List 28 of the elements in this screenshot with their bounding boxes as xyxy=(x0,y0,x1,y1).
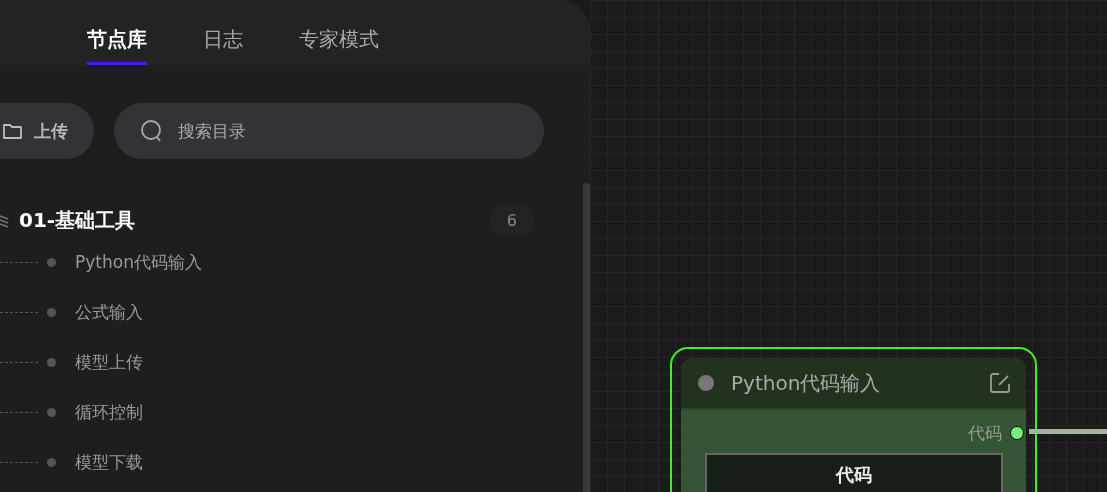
bullet-icon xyxy=(47,257,56,267)
tree-item[interactable]: 公式输入 xyxy=(75,300,143,324)
search-input[interactable]: 搜索目录 xyxy=(176,120,518,142)
search-icon xyxy=(140,119,164,143)
tab[interactable]: 日志 xyxy=(203,0,243,65)
category-title[interactable]: 01-基础工具 xyxy=(19,206,489,234)
code-field[interactable]: 代码 xyxy=(705,453,1003,492)
search-field[interactable]: 搜索目录 xyxy=(114,103,544,159)
output-port[interactable] xyxy=(1010,426,1024,440)
edit-icon[interactable] xyxy=(989,372,1011,394)
status-dot-icon xyxy=(698,375,714,391)
tree-item[interactable]: 模型上传 xyxy=(75,350,143,374)
node-card[interactable]: Python代码输入 代码 代码 xyxy=(681,358,1026,492)
count-badge: 6 xyxy=(488,204,535,236)
output-label: 代码 xyxy=(968,421,1002,445)
bullet-icon xyxy=(47,307,56,317)
tree-item[interactable]: Python代码输入 xyxy=(75,250,202,274)
bullet-icon xyxy=(47,407,56,417)
upload-button[interactable]: 上传 xyxy=(0,103,94,159)
node-title: Python代码输入 xyxy=(731,369,882,397)
bullet-icon xyxy=(47,357,56,367)
tree-item[interactable]: 循环控制 xyxy=(75,400,143,424)
tree-item[interactable]: 模型下载 xyxy=(75,450,143,474)
tab[interactable]: 专家模式 xyxy=(299,0,379,65)
bullet-icon xyxy=(47,457,56,467)
tab[interactable]: 节点库 xyxy=(87,0,147,65)
folder-icon xyxy=(2,122,24,140)
scrollbar[interactable] xyxy=(583,183,590,492)
